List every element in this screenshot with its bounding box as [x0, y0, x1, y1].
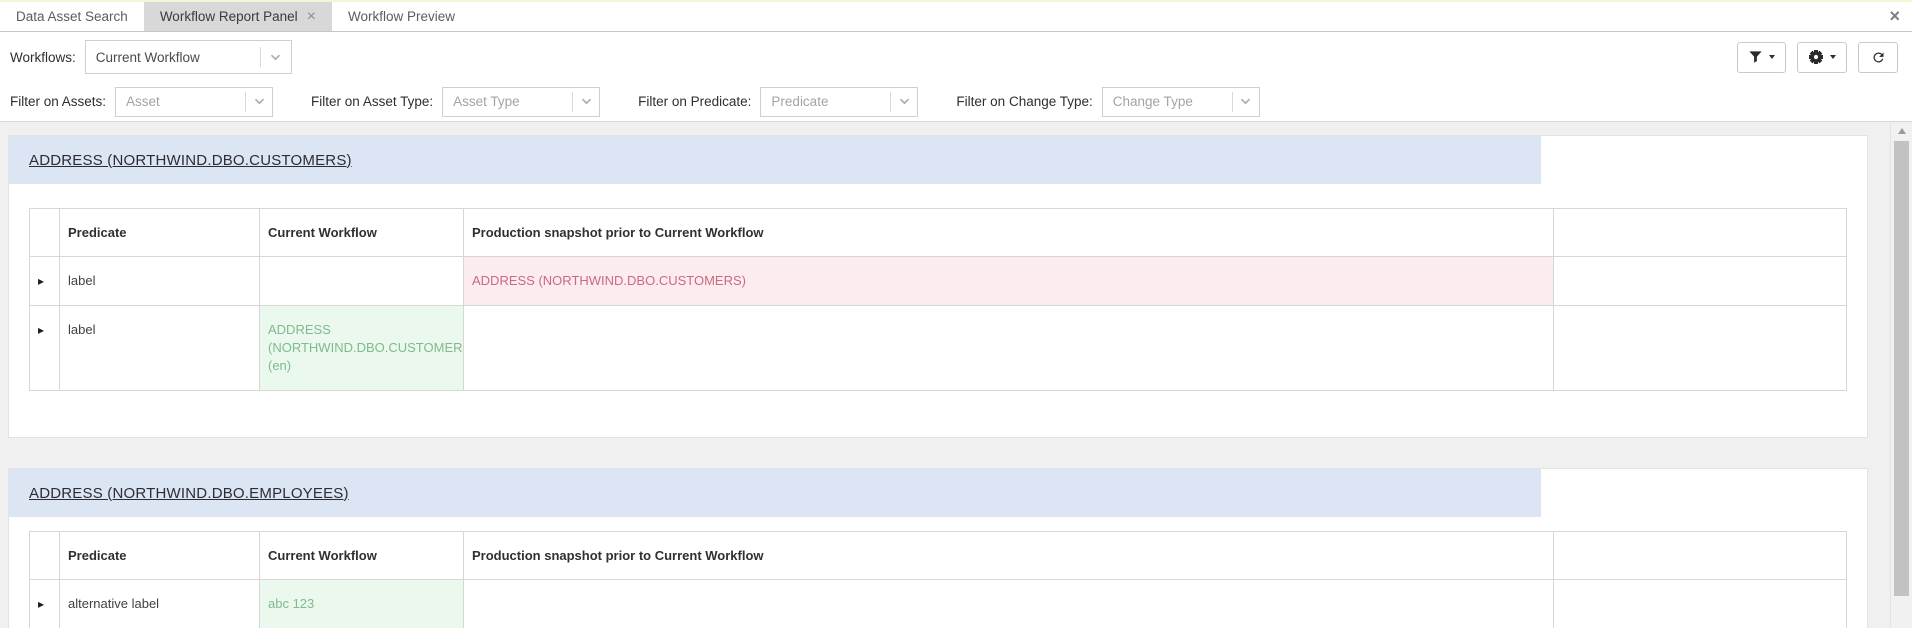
- report-table: PredicateCurrent WorkflowProduction snap…: [29, 531, 1847, 628]
- row-expander-icon[interactable]: ▸: [38, 274, 44, 288]
- asset-section: ADDRESS (NORTHWIND.DBO.EMPLOYEES) Predica…: [8, 468, 1868, 628]
- filter-label-asset: Filter on Assets:: [10, 94, 106, 109]
- section-header: ADDRESS (NORTHWIND.DBO.EMPLOYEES): [9, 469, 1541, 517]
- column-header-current-workflow[interactable]: Current Workflow: [260, 209, 464, 257]
- table-row: ▸ labelADDRESS (NORTHWIND.DBO.CUSTOMERS) …: [30, 306, 1847, 391]
- predicate-cell: label: [60, 306, 260, 391]
- workflows-select-value: Current Workflow: [86, 50, 260, 65]
- expander-cell: ▸: [30, 257, 60, 306]
- filter-select-asset-type[interactable]: Asset Type: [442, 87, 600, 117]
- tab-label: Workflow Report Panel: [160, 9, 298, 24]
- scrollbar-thumb[interactable]: [1894, 141, 1909, 596]
- chevron-down-icon[interactable]: [246, 98, 272, 105]
- settings-menu-button[interactable]: [1797, 42, 1847, 73]
- column-header-predicate[interactable]: Predicate: [60, 209, 260, 257]
- row-expander-icon[interactable]: ▸: [38, 597, 44, 611]
- filter-select-placeholder: Asset Type: [443, 94, 572, 109]
- filter-label-change-type: Filter on Change Type:: [956, 94, 1092, 109]
- table-row: ▸ label ADDRESS (NORTHWIND.DBO.CUSTOMERS): [30, 257, 1847, 306]
- workflows-select[interactable]: Current Workflow: [85, 40, 292, 74]
- asset-section: ADDRESS (NORTHWIND.DBO.CUSTOMERS)Predica…: [8, 135, 1868, 438]
- production-snapshot-cell: [464, 306, 1554, 391]
- row-expander-icon[interactable]: ▸: [38, 323, 44, 337]
- filler-column-header: [1554, 532, 1847, 580]
- filter-label-predicate: Filter on Predicate:: [638, 94, 751, 109]
- filler-cell: [1554, 580, 1847, 628]
- scroll-up-icon: [1898, 128, 1906, 134]
- toolbar: Workflows: Current Workflow: [0, 32, 1912, 82]
- expander-cell: ▸: [30, 580, 60, 628]
- production-snapshot-cell: [464, 580, 1554, 628]
- refresh-icon: [1871, 50, 1886, 65]
- scrollbar-up-button[interactable]: [1891, 123, 1912, 138]
- tab-label: Workflow Preview: [348, 9, 455, 24]
- predicate-cell: alternative label: [60, 580, 260, 628]
- current-workflow-cell: ADDRESS (NORTHWIND.DBO.CUSTOMERS) (en): [260, 306, 464, 391]
- expander-column-header: [30, 209, 60, 257]
- predicate-cell: label: [60, 257, 260, 306]
- current-workflow-cell: abc 123: [260, 580, 464, 628]
- section-title-link[interactable]: ADDRESS (NORTHWIND.DBO.EMPLOYEES): [29, 485, 349, 502]
- gear-icon: [1808, 49, 1824, 65]
- workflow-report-panel: Data Asset SearchWorkflow Report Panel×W…: [0, 0, 1912, 628]
- filler-cell: [1554, 257, 1847, 306]
- tab-workflow-report-panel[interactable]: Workflow Report Panel ×: [144, 2, 332, 31]
- expander-column-header: [30, 532, 60, 580]
- tab-data-asset-search[interactable]: Data Asset Search: [0, 2, 144, 31]
- funnel-icon: [1748, 50, 1763, 64]
- filter-label-asset-type: Filter on Asset Type:: [311, 94, 433, 109]
- section-title-link[interactable]: ADDRESS (NORTHWIND.DBO.CUSTOMERS): [29, 152, 352, 169]
- report-table: PredicateCurrent WorkflowProduction snap…: [29, 208, 1847, 391]
- workflows-label: Workflows:: [10, 50, 76, 65]
- column-header-predicate[interactable]: Predicate: [60, 532, 260, 580]
- current-workflow-cell: [260, 257, 464, 306]
- column-header-current-workflow[interactable]: Current Workflow: [260, 532, 464, 580]
- tab-bar: Data Asset SearchWorkflow Report Panel×W…: [0, 2, 1912, 32]
- section-header: ADDRESS (NORTHWIND.DBO.CUSTOMERS): [9, 136, 1541, 184]
- chevron-down-icon[interactable]: [1233, 98, 1259, 105]
- filter-select-change-type[interactable]: Change Type: [1102, 87, 1260, 117]
- tab-label: Data Asset Search: [16, 9, 128, 24]
- expander-cell: ▸: [30, 306, 60, 391]
- filler-cell: [1554, 306, 1847, 391]
- filter-select-placeholder: Asset: [116, 94, 245, 109]
- tab-workflow-preview[interactable]: Workflow Preview: [332, 2, 471, 31]
- chevron-down-icon[interactable]: [261, 54, 291, 61]
- column-header-production-snapshot[interactable]: Production snapshot prior to Current Wor…: [464, 209, 1554, 257]
- vertical-scrollbar[interactable]: [1890, 123, 1912, 628]
- caret-down-icon: [1830, 55, 1836, 59]
- filler-column-header: [1554, 209, 1847, 257]
- chevron-down-icon[interactable]: [573, 98, 599, 105]
- filter-select-asset[interactable]: Asset: [115, 87, 273, 117]
- column-header-production-snapshot[interactable]: Production snapshot prior to Current Wor…: [464, 532, 1554, 580]
- table-row: ▸ alternative labelabc 123: [30, 580, 1847, 628]
- filter-select-placeholder: Predicate: [761, 94, 890, 109]
- production-snapshot-cell: ADDRESS (NORTHWIND.DBO.CUSTOMERS): [464, 257, 1554, 306]
- filter-bar: Filter on Assets: Asset Filter on Asset Ty…: [0, 82, 1912, 122]
- refresh-button[interactable]: [1858, 42, 1898, 73]
- filter-menu-button[interactable]: [1737, 42, 1786, 73]
- close-tab-icon[interactable]: ×: [307, 10, 316, 24]
- close-panel-icon[interactable]: ×: [1889, 6, 1900, 27]
- filter-select-predicate[interactable]: Predicate: [760, 87, 918, 117]
- report-content: ADDRESS (NORTHWIND.DBO.CUSTOMERS)Predica…: [0, 123, 1890, 628]
- filter-select-placeholder: Change Type: [1103, 94, 1232, 109]
- caret-down-icon: [1769, 55, 1775, 59]
- chevron-down-icon[interactable]: [891, 98, 917, 105]
